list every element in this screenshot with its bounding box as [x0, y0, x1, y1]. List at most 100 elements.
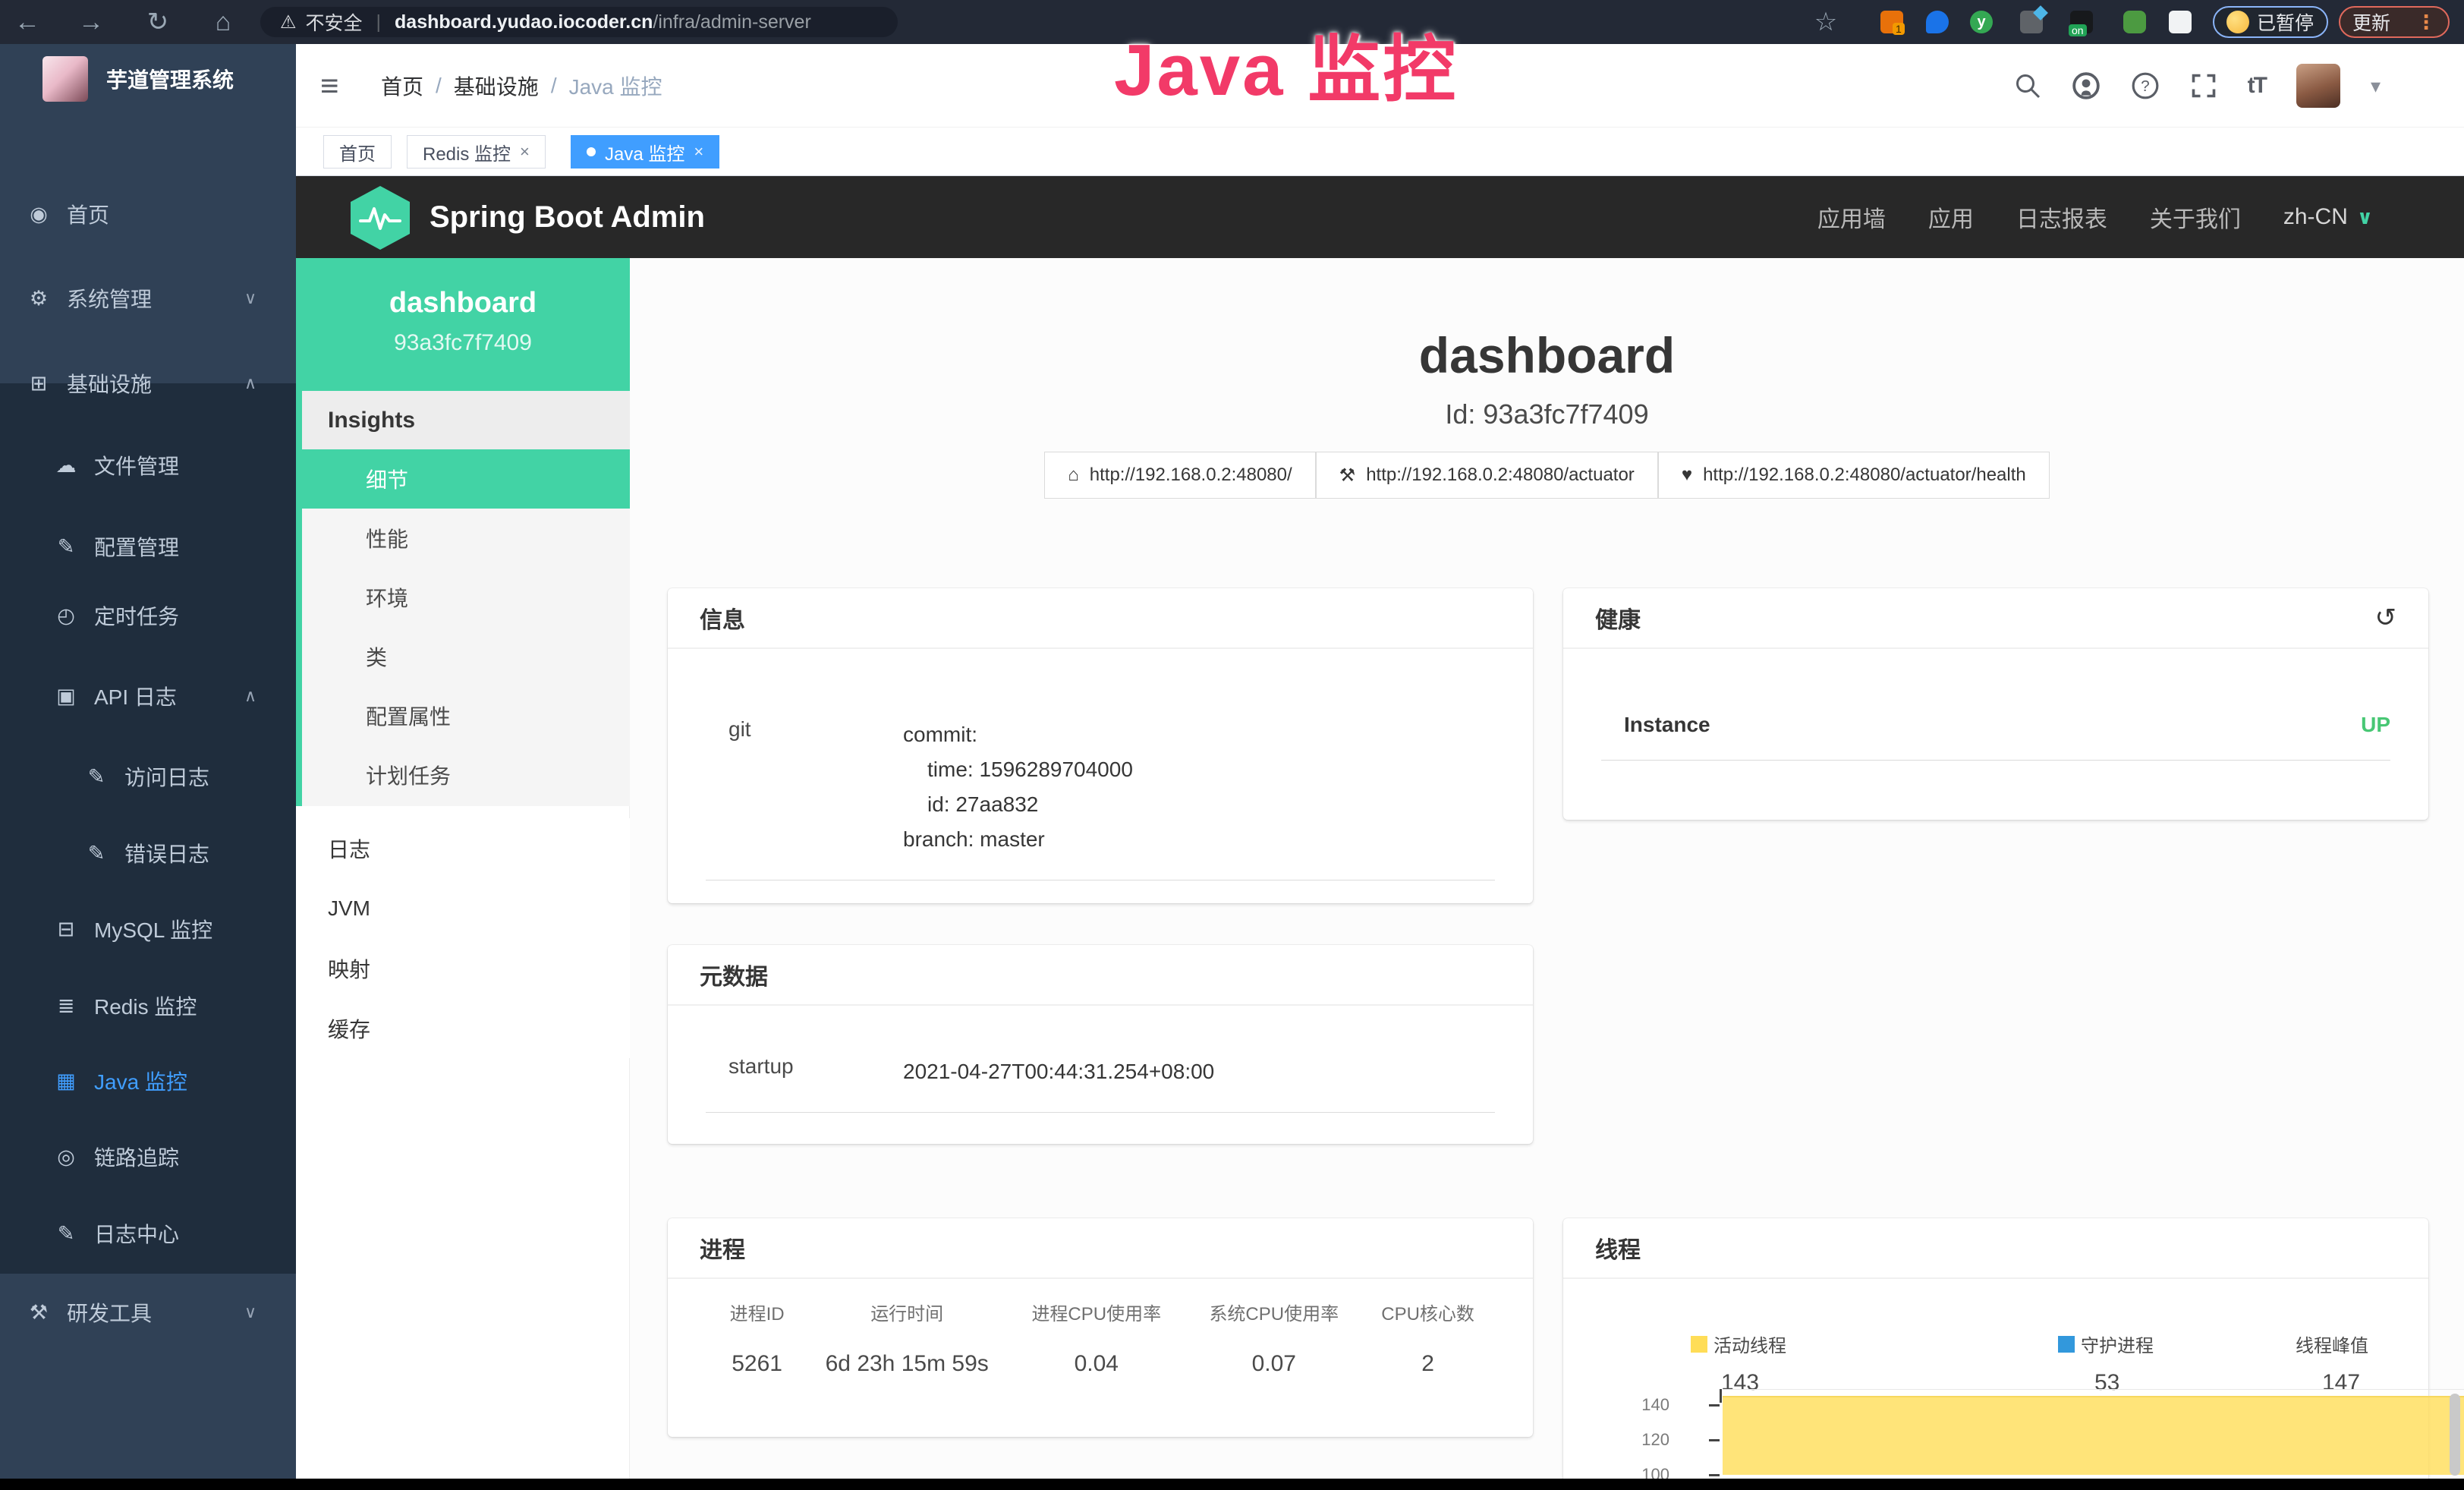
- info-git-row: git commit: time: 1596289704000 id: 27aa…: [706, 698, 1495, 880]
- info-card: 信息 git commit: time: 1596289704000 id: 2…: [668, 588, 1533, 903]
- tab-java-monitor[interactable]: Java 监控 ×: [571, 135, 719, 169]
- sidebar-item-scheduled-jobs[interactable]: ◴ 定时任务: [0, 578, 296, 654]
- sidebar-item-api-logs[interactable]: ▣ API 日志 ∧: [0, 658, 296, 734]
- sidebar-item-home[interactable]: ◉ 首页: [0, 176, 296, 252]
- sidebar-item-access-logs[interactable]: ✎ 访问日志: [0, 739, 296, 814]
- extensions-puzzle-icon[interactable]: [2169, 11, 2192, 33]
- sba-menu-environment[interactable]: 环境: [302, 568, 630, 627]
- ytick-140: 140: [1624, 1395, 1669, 1415]
- health-card-header: 健康 ↺: [1563, 588, 2428, 649]
- health-status-badge: UP: [2361, 713, 2390, 737]
- sidebar-item-redis-monitor[interactable]: ≣ Redis 监控: [0, 968, 296, 1044]
- sidebar-item-infrastructure[interactable]: ⊞ 基础设施 ∧: [0, 345, 296, 421]
- not-secure-warning-icon[interactable]: ⚠: [280, 11, 297, 33]
- sba-menu-config-props[interactable]: 配置属性: [302, 686, 630, 745]
- sba-instance-header[interactable]: dashboard 93a3fc7f7409: [296, 258, 630, 391]
- edit-icon: ✎: [53, 535, 79, 559]
- extension-icon-green-y[interactable]: y: [1970, 11, 1993, 33]
- sba-nav-applications[interactable]: 应用: [1928, 200, 1974, 234]
- sba-menu-logs[interactable]: 日志: [296, 818, 630, 878]
- bookmark-star-icon[interactable]: ☆: [1805, 0, 1847, 44]
- legend-daemon-threads[interactable]: 守护进程: [2058, 1331, 2154, 1357]
- breadcrumb-separator: /: [436, 74, 442, 98]
- legend-live-threads[interactable]: 活动线程: [1691, 1331, 1786, 1357]
- sidebar-item-config-management[interactable]: ✎ 配置管理: [0, 509, 296, 584]
- chevron-down-icon: ∨: [244, 288, 256, 308]
- health-card-title: 健康: [1595, 601, 1641, 635]
- dashboard-icon: ◉: [26, 203, 52, 226]
- sidebar-item-log-center[interactable]: ✎ 日志中心: [0, 1195, 296, 1271]
- health-url-button[interactable]: ♥ http://192.168.0.2:48080/actuator/heal…: [1658, 452, 2050, 499]
- close-icon[interactable]: ×: [520, 142, 530, 162]
- page-scrollbar-thumb[interactable]: [2450, 1394, 2460, 1476]
- browser-menu-kebab-icon[interactable]: ⋮: [2416, 11, 2436, 34]
- extension-icon-pin[interactable]: [1926, 11, 1949, 33]
- avatar-caret-down-icon[interactable]: ▾: [2371, 74, 2381, 98]
- sba-menu-details[interactable]: 细节: [302, 449, 630, 509]
- sba-nav-journal[interactable]: 日志报表: [2016, 200, 2107, 234]
- profile-chip[interactable]: 已暂停: [2213, 6, 2328, 38]
- forward-icon[interactable]: →: [70, 0, 112, 44]
- close-icon[interactable]: ×: [694, 142, 703, 162]
- breadcrumb-infrastructure[interactable]: 基础设施: [454, 71, 539, 101]
- process-card: 进程 进程ID 5261 运行时间 6d 23h 15m 59s 进程CPU使用…: [668, 1218, 1533, 1437]
- tab-home[interactable]: 首页: [323, 135, 392, 169]
- sidebar-item-tracing[interactable]: ◎ 链路追踪: [0, 1119, 296, 1195]
- extension-icon-leaf[interactable]: [2123, 11, 2146, 33]
- sidebar-item-file-management[interactable]: ☁ 文件管理: [0, 427, 296, 503]
- sba-menu-caches[interactable]: 缓存: [296, 998, 630, 1058]
- address-bar[interactable]: ⚠ 不安全 | dashboard.yudao.iocoder.cn /infr…: [260, 7, 898, 37]
- sidebar-item-error-logs[interactable]: ✎ 错误日志: [0, 815, 296, 891]
- health-instance-row[interactable]: Instance UP: [1601, 693, 2390, 761]
- reload-icon[interactable]: ↻: [137, 0, 179, 44]
- ytick-120: 120: [1624, 1430, 1669, 1450]
- breadcrumb-home[interactable]: 首页: [381, 71, 423, 101]
- sba-menu-metrics[interactable]: 性能: [302, 509, 630, 568]
- home-icon[interactable]: ⌂: [202, 0, 244, 44]
- tickmark: [1709, 1439, 1720, 1441]
- extension-grid-diamond: [2033, 5, 2048, 20]
- sba-nav-wallboard[interactable]: 应用墙: [1817, 200, 1886, 234]
- extension-badge-count: 1: [1893, 23, 1905, 35]
- extension-icon-list[interactable]: on: [2070, 11, 2093, 33]
- tab-redis-monitor[interactable]: Redis 监控 ×: [407, 135, 546, 169]
- history-icon[interactable]: ↺: [2375, 603, 2397, 633]
- address-divider: |: [376, 11, 382, 33]
- sba-menu-scheduled-tasks[interactable]: 计划任务: [302, 745, 630, 805]
- sidebar-logo[interactable]: 芋道管理系统: [0, 44, 296, 114]
- sba-nav-about[interactable]: 关于我们: [2150, 200, 2241, 234]
- github-icon[interactable]: [2072, 71, 2101, 100]
- page-instance-id: Id: 93a3fc7f7409: [630, 398, 2464, 430]
- threads-card-header: 线程: [1563, 1218, 2428, 1279]
- user-avatar[interactable]: [2296, 64, 2340, 108]
- metadata-card-body: startup 2021-04-27T00:44:31.254+08:00: [668, 1006, 1533, 1139]
- sidebar-item-mysql-monitor[interactable]: ⊟ MySQL 监控: [0, 891, 296, 967]
- logo-avatar: [42, 56, 88, 102]
- sba-language-selector[interactable]: zh-CN ∨: [2283, 204, 2373, 230]
- font-size-icon[interactable]: tT: [2248, 73, 2266, 99]
- actuator-url-button[interactable]: ⚒ http://192.168.0.2:48080/actuator: [1316, 452, 1658, 499]
- extension-icon-orange[interactable]: 1: [1880, 11, 1903, 33]
- extension-icon-grid[interactable]: [2020, 11, 2043, 33]
- service-url-button[interactable]: ⌂ http://192.168.0.2:48080/: [1044, 452, 1315, 499]
- help-icon[interactable]: ?: [2131, 71, 2160, 100]
- sidebar-toggle-hamburger-icon[interactable]: ≡: [320, 44, 339, 128]
- profile-emoji-avatar: [2226, 11, 2249, 33]
- sba-menu-classes[interactable]: 类: [302, 627, 630, 686]
- sba-menu-jvm[interactable]: JVM: [296, 878, 630, 938]
- chrome-update-button[interactable]: 更新 ⋮: [2339, 6, 2450, 38]
- spring-boot-admin-logo[interactable]: [351, 186, 410, 250]
- layers-icon: ≣: [53, 994, 79, 1018]
- sidebar-item-system-management[interactable]: ⚙ 系统管理 ∨: [0, 260, 296, 336]
- back-icon[interactable]: ←: [6, 0, 49, 44]
- sidebar-item-dev-tools[interactable]: ⚒ 研发工具 ∨: [0, 1274, 296, 1350]
- sba-brand-title[interactable]: Spring Boot Admin: [430, 200, 705, 235]
- sidebar-item-java-monitor[interactable]: ▦ Java 监控: [0, 1043, 296, 1119]
- heartbeat-icon: ♥: [1682, 465, 1692, 486]
- breadcrumb-separator: /: [551, 74, 557, 98]
- search-icon[interactable]: [2014, 72, 2041, 99]
- sba-menu-mappings[interactable]: 映射: [296, 938, 630, 998]
- edit-icon: ✎: [83, 765, 109, 789]
- sba-navbar: Spring Boot Admin 应用墙 应用 日志报表 关于我们 zh-CN…: [296, 176, 2464, 258]
- fullscreen-icon[interactable]: [2190, 72, 2217, 99]
